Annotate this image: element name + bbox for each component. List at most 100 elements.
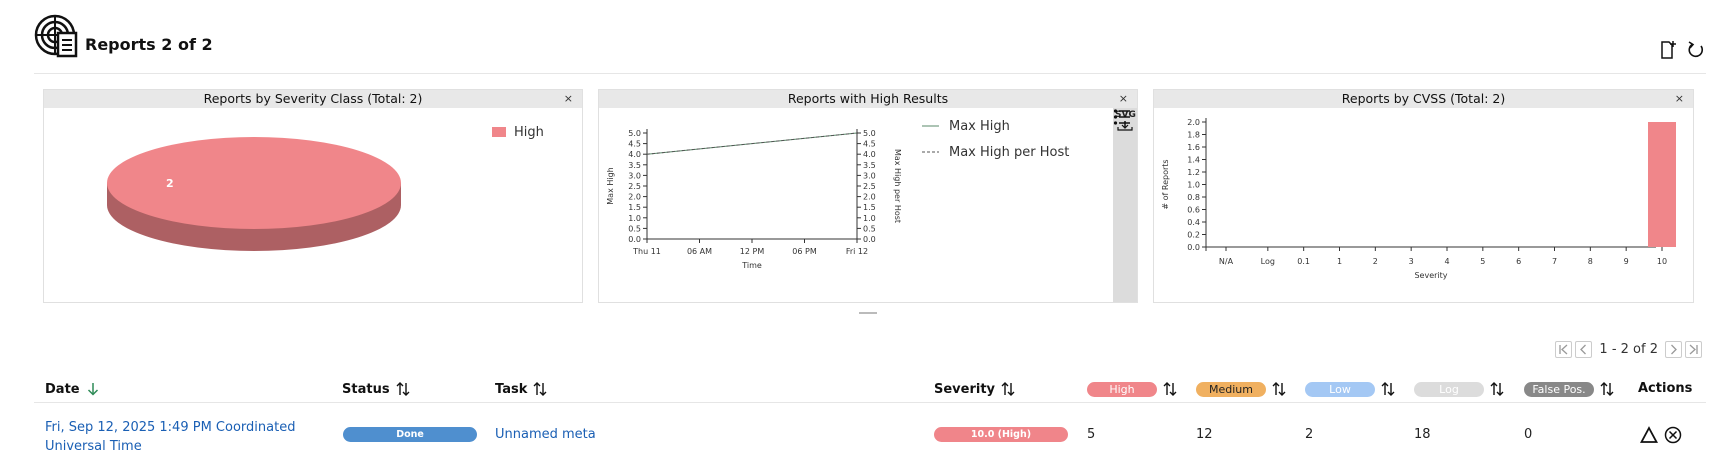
last-page-button[interactable] <box>1685 341 1702 358</box>
report-date-line1: Fri, Sep 12, 2025 1:49 PM Coordinated <box>45 420 296 435</box>
last-page-icon <box>1689 344 1698 355</box>
page-title: Reports 2 of 2 <box>85 35 213 54</box>
column-log[interactable]: Log <box>1414 381 1505 397</box>
x-tick-label: 06 PM <box>792 247 817 256</box>
reload-icon[interactable] <box>1686 40 1706 60</box>
y2-tick-label: 4.0 <box>863 150 876 159</box>
x-tick-label: N/A <box>1219 257 1234 266</box>
y-tick-label: 0.4 <box>1187 218 1200 227</box>
y-tick-label: 1.4 <box>1187 156 1200 165</box>
medium-count: 12 <box>1196 427 1213 442</box>
close-panel-button[interactable]: × <box>1675 90 1684 108</box>
sort-icon <box>1001 382 1015 396</box>
delta-report-icon[interactable] <box>1640 426 1658 444</box>
x-tick-label: 6 <box>1516 257 1521 266</box>
sort-descending-icon <box>87 383 98 396</box>
table-header: Date Status Task Severity High Medium Lo… <box>34 377 1706 403</box>
dashboard: Reports by Severity Class (Total: 2) × 2… <box>43 89 1694 304</box>
y2-axis-label: Max High per Host <box>893 149 902 223</box>
next-page-icon <box>1671 344 1677 355</box>
x-tick-label: 3 <box>1409 257 1414 266</box>
bar <box>1648 122 1676 247</box>
sort-icon <box>1490 382 1504 396</box>
x-tick-label: 8 <box>1588 257 1593 266</box>
y-tick-label: 2.0 <box>1187 118 1200 127</box>
column-task[interactable]: Task <box>495 381 548 397</box>
panel-title-text: Reports by CVSS (Total: 2) <box>1341 91 1506 106</box>
severity-bar: 10.0 (High) <box>934 427 1068 442</box>
sort-icon <box>533 382 547 396</box>
column-medium[interactable]: Medium <box>1196 381 1287 397</box>
y-tick-label: 3.0 <box>628 171 641 180</box>
column-high[interactable]: High <box>1087 381 1178 397</box>
delete-icon[interactable] <box>1664 426 1682 444</box>
y-tick-label: 1.2 <box>1187 168 1200 177</box>
column-status-label: Status <box>342 381 390 397</box>
page-header: Reports 2 of 2 <box>34 14 1706 74</box>
column-actions: Actions <box>1638 381 1692 396</box>
y2-tick-label: 3.0 <box>863 171 876 180</box>
sort-icon <box>1272 382 1286 396</box>
x-tick-label: 0.1 <box>1297 257 1310 266</box>
panel-title-text: Reports with High Results <box>787 91 949 106</box>
y2-tick-label: 1.5 <box>863 203 876 212</box>
first-page-button[interactable] <box>1555 341 1573 358</box>
chart-tools: SVG <box>1113 108 1137 302</box>
y-tick-label: 4.0 <box>628 150 641 159</box>
high-results-panel: Reports with High Results × 0.0 0.0 0.5 0.5… <box>598 89 1138 303</box>
new-report-icon[interactable] <box>1658 40 1678 60</box>
status-progress-bar: Done <box>343 427 477 442</box>
cvss-panel: Reports by CVSS (Total: 2) × 0.0 0.2 0.4 0.… <box>1153 89 1694 303</box>
y2-tick-label: 0.0 <box>863 235 876 244</box>
legend-swatch <box>492 127 506 137</box>
report-date-link[interactable]: Fri, Sep 12, 2025 1:49 PM Coordinated Un… <box>45 418 295 456</box>
line-chart: 0.0 0.0 0.5 0.5 1.0 1.0 1.5 1.5 2.0 2.0 2.5 2.5 3.0 3… <box>599 108 1137 302</box>
x-tick-label: 06 AM <box>687 247 712 256</box>
y2-tick-label: 4.5 <box>863 140 876 149</box>
y-axis-label: Max High <box>606 167 615 204</box>
column-task-label: Task <box>495 381 528 397</box>
y-tick-label: 0.6 <box>1187 206 1200 215</box>
x-tick-label: Log <box>1261 257 1275 266</box>
x-tick-label: 1 <box>1337 257 1342 266</box>
next-page-button[interactable] <box>1665 341 1682 358</box>
close-panel-button[interactable]: × <box>1119 90 1128 108</box>
x-axis-label: Time <box>741 261 762 270</box>
y-axis-label: # of Reports <box>1161 159 1170 209</box>
x-tick-label: Fri 12 <box>846 247 868 256</box>
low-count: 2 <box>1305 427 1314 442</box>
severity-class-panel: Reports by Severity Class (Total: 2) × 2… <box>43 89 583 303</box>
x-tick-label: 5 <box>1480 257 1485 266</box>
false-positive-count: 0 <box>1524 427 1533 442</box>
x-tick-label: 10 <box>1657 257 1667 266</box>
dashboard-resize-handle[interactable] <box>859 312 877 314</box>
column-false-positive[interactable]: False Pos. <box>1524 381 1615 397</box>
y-tick-label: 0.5 <box>628 224 641 233</box>
y-tick-label: 2.5 <box>628 182 641 191</box>
y2-tick-label: 5.0 <box>863 129 876 138</box>
low-badge: Low <box>1305 381 1375 397</box>
column-date[interactable]: Date <box>45 381 101 397</box>
close-panel-button[interactable]: × <box>564 90 573 108</box>
x-tick-label: 7 <box>1552 257 1557 266</box>
legend-list-icon[interactable] <box>1113 108 1131 126</box>
y-tick-label: 1.0 <box>628 214 641 223</box>
high-count: 5 <box>1087 427 1096 442</box>
column-low[interactable]: Low <box>1305 381 1396 397</box>
legend-label: High <box>514 125 544 140</box>
pie-chart: 2 High <box>44 108 582 302</box>
y-tick-label: 2.0 <box>628 193 641 202</box>
column-severity[interactable]: Severity <box>934 381 1016 397</box>
task-link[interactable]: Unnamed meta <box>495 427 596 442</box>
previous-page-button[interactable] <box>1575 341 1593 358</box>
pagination-text: 1 - 2 of 2 <box>1599 342 1658 357</box>
column-actions-label: Actions <box>1638 381 1693 396</box>
y-tick-label: 0.8 <box>1187 193 1200 202</box>
column-severity-label: Severity <box>934 381 996 397</box>
x-tick-label: 2 <box>1373 257 1378 266</box>
medium-badge: Medium <box>1196 381 1266 397</box>
panel-title: Reports with High Results × <box>599 90 1137 108</box>
x-tick-label: Thu 11 <box>632 247 661 256</box>
sort-icon <box>1600 382 1614 396</box>
column-status[interactable]: Status <box>342 381 411 397</box>
